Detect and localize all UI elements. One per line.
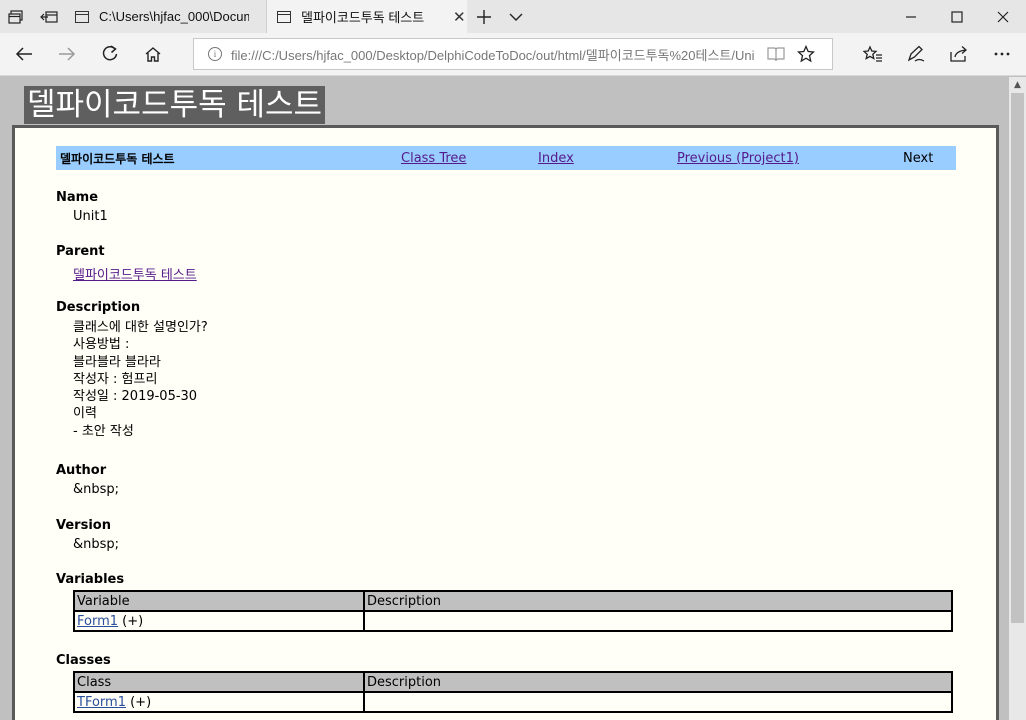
table-row: Form1 (+) — [73, 610, 953, 632]
page-icon — [277, 10, 291, 23]
share-icon[interactable] — [939, 37, 979, 71]
table-header-row: Variable Description — [73, 590, 953, 612]
refresh-icon[interactable] — [90, 37, 130, 71]
set-tabs-aside-icon[interactable] — [33, 0, 65, 33]
scroll-up-arrow-icon[interactable]: ▲ — [1009, 77, 1026, 93]
column-header: Description — [363, 590, 953, 612]
index-link[interactable]: Index — [538, 151, 574, 166]
minimize-icon[interactable] — [888, 0, 934, 33]
description-line: 작성일 : 2019-05-30 — [73, 389, 198, 405]
name-heading: Name — [56, 190, 99, 205]
name-value: Unit1 — [73, 209, 108, 224]
column-header: Description — [363, 671, 953, 693]
author-heading: Author — [56, 463, 107, 478]
expand-marker: (+) — [130, 694, 152, 710]
tab-title: C:\Users\hjfac_000\Docume — [99, 9, 249, 24]
navigation-bar: i file:///C:/Users/hjfac_000/Desktop/Del… — [0, 33, 1026, 76]
url-input[interactable]: file:///C:/Users/hjfac_000/Desktop/Delph… — [231, 45, 761, 64]
more-icon[interactable] — [982, 37, 1022, 71]
author-value: &nbsp; — [73, 482, 120, 497]
project-name: 델파이코드투독 테스트 — [60, 152, 175, 166]
classes-table: Class Description TForm1 (+) — [73, 671, 953, 713]
description-line: 블라블라 블라라 — [73, 354, 161, 370]
class-tree-link[interactable]: Class Tree — [401, 151, 466, 166]
close-icon[interactable]: ✕ — [453, 8, 466, 26]
column-header: Class — [73, 671, 365, 693]
close-window-icon[interactable] — [980, 0, 1026, 33]
scroll-thumb[interactable] — [1011, 93, 1024, 623]
description-line: 클래스에 대한 설명인가? — [73, 320, 208, 335]
home-icon[interactable] — [133, 37, 173, 71]
class-cell: TForm1 (+) — [73, 691, 365, 713]
table-row: TForm1 (+) — [73, 691, 953, 713]
version-heading: Version — [56, 518, 111, 533]
parent-heading: Parent — [56, 244, 105, 259]
description-line: 이력 — [73, 406, 97, 422]
pen-icon[interactable] — [896, 37, 936, 71]
tab-manager-icon[interactable] — [0, 0, 32, 33]
variables-table: Variable Description Form1 (+) — [73, 590, 953, 632]
description-cell — [363, 610, 953, 632]
version-value: &nbsp; — [73, 537, 120, 552]
variables-heading: Variables — [56, 572, 125, 587]
page-icon — [75, 10, 89, 23]
title-bar: C:\Users\hjfac_000\Docume 델파이코드투독 테스트 ✕ — [0, 0, 1026, 33]
page-title: 델파이코드투독 테스트 — [24, 86, 326, 124]
parent-link[interactable]: 델파이코드투독 테스트 — [73, 268, 197, 283]
table-header-row: Class Description — [73, 671, 953, 693]
description-line: 사용방법 : — [73, 337, 130, 353]
description-cell — [363, 691, 953, 713]
address-bar[interactable]: i file:///C:/Users/hjfac_000/Desktop/Del… — [193, 38, 833, 70]
description-text: 클래스에 대한 설명인가? 사용방법 : 블라블라 블라라 작성자 : 험프리 … — [73, 319, 208, 440]
expand-marker: (+) — [122, 613, 144, 629]
favorite-star-icon[interactable] — [791, 39, 821, 69]
content-panel: 델파이코드투독 테스트 Class Tree Index Previous (P… — [12, 125, 999, 720]
variable-link[interactable]: Form1 — [77, 614, 118, 629]
chevron-down-icon[interactable] — [500, 0, 532, 33]
next-label: Next — [903, 151, 934, 166]
back-arrow-icon[interactable] — [4, 37, 44, 71]
maximize-icon[interactable] — [934, 0, 980, 33]
parent-value: 델파이코드투독 테스트 — [73, 264, 197, 283]
classes-heading: Classes — [56, 653, 111, 668]
new-tab-icon[interactable] — [468, 0, 500, 33]
reading-view-icon[interactable] — [761, 39, 791, 69]
forward-arrow-icon[interactable] — [47, 37, 87, 71]
page-viewport: 델파이코드투독 테스트 델파이코드투독 테스트 Class Tree Index… — [0, 77, 1009, 720]
favorites-hub-icon[interactable] — [853, 37, 893, 71]
column-header: Variable — [73, 590, 365, 612]
doc-navigation: 델파이코드투독 테스트 Class Tree Index Previous (P… — [56, 146, 956, 170]
tab-documents[interactable]: C:\Users\hjfac_000\Docume — [65, 0, 267, 33]
tab-title: 델파이코드투독 테스트 — [301, 10, 425, 25]
variable-cell: Form1 (+) — [73, 610, 365, 632]
class-link[interactable]: TForm1 — [77, 695, 126, 710]
description-line: 작성자 : 험프리 — [73, 371, 158, 387]
tab-delphi-doc[interactable]: 델파이코드투독 테스트 ✕ — [267, 0, 467, 33]
vertical-scrollbar[interactable]: ▲ — [1009, 77, 1026, 720]
previous-link[interactable]: Previous (Project1) — [677, 151, 799, 166]
description-heading: Description — [56, 300, 141, 315]
description-line: - 초안 작성 — [73, 423, 134, 439]
info-icon[interactable]: i — [208, 47, 222, 61]
